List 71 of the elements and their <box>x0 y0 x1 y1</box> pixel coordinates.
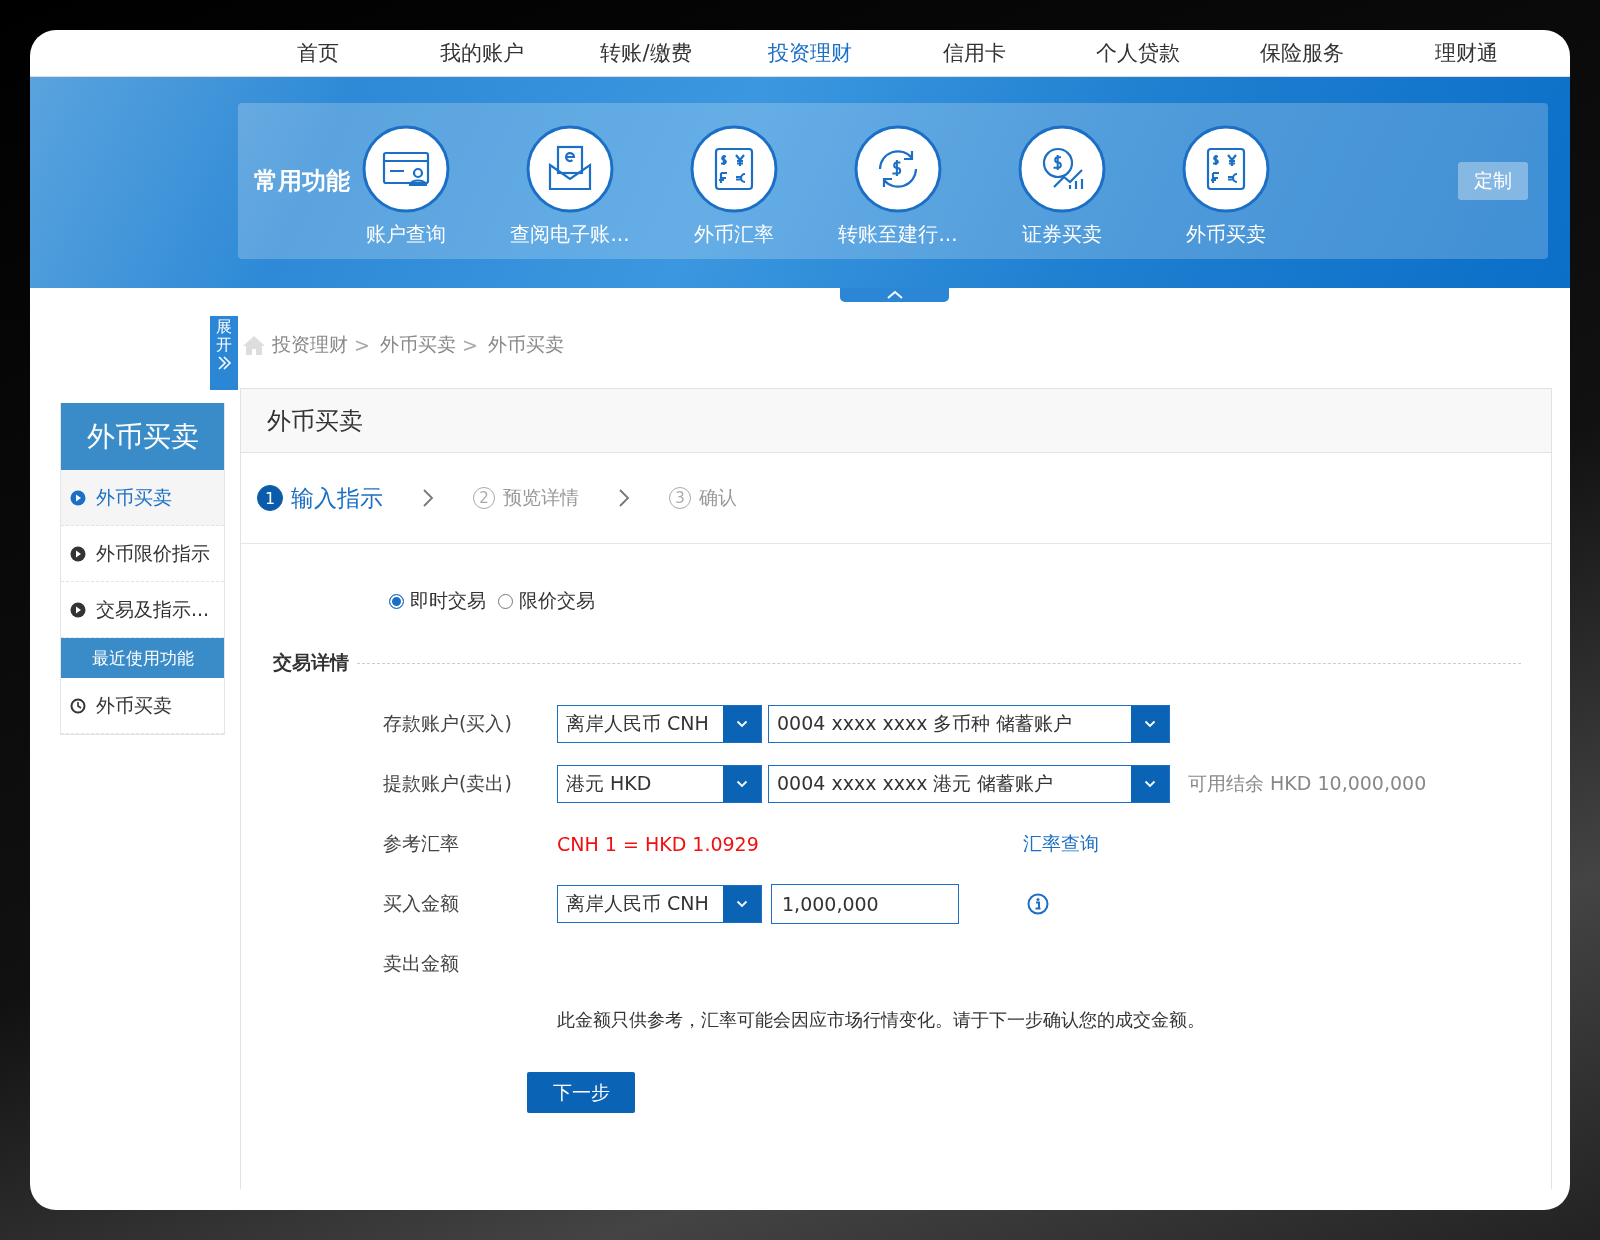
exchange-rate: CNH 1 = HKD 1.0929 <box>557 833 760 855</box>
expand-tab[interactable]: 展开 <box>210 316 238 390</box>
breadcrumb-separator: > <box>354 334 370 356</box>
sidebar-item-label: 外币买卖 <box>96 484 172 510</box>
expand-label: 展开 <box>216 318 232 354</box>
breadcrumb-separator: > <box>461 334 478 356</box>
rate-link[interactable]: 汇率查询 <box>1023 831 1099 857</box>
page-title: 外币买卖 <box>241 389 1551 453</box>
amount-field[interactable]: 1,000,000 <box>771 884 959 924</box>
balance-text: 可用结余 HKD 10,000,000 <box>1188 771 1427 796</box>
exchange-icon <box>854 124 942 213</box>
breadcrumb-link[interactable]: 投资理财 <box>272 332 348 358</box>
caret-icon <box>736 720 748 728</box>
recent-header: 最近使用功能 <box>61 638 224 678</box>
nav-tab[interactable]: 我的账户 <box>400 39 564 67</box>
nav-tab[interactable]: 保险服务 <box>1220 39 1384 67</box>
breadcrumb-link[interactable]: 外币买卖 <box>487 332 564 358</box>
currency-dropdown[interactable]: 离岸人民币 CNH <box>557 705 762 743</box>
play-icon <box>70 545 86 562</box>
radio-label: 即时交易 <box>410 588 486 613</box>
currency-dropdown[interactable]: 离岸人民币 CNH <box>557 885 762 923</box>
envelope-icon <box>526 124 614 213</box>
play-icon <box>70 489 86 506</box>
card-icon <box>362 124 450 213</box>
nav-tab[interactable]: 理财通 <box>1384 39 1548 67</box>
disclaimer-text: 此金额只供参考，汇率可能会因应市场行情变化。请于下一步确认您的成交金额。 <box>556 1008 1206 1032</box>
nav-tab[interactable]: 投资理财 <box>728 39 892 67</box>
collapse-tab[interactable] <box>840 288 949 302</box>
nav-tab[interactable]: 转账/缴费 <box>564 39 728 67</box>
field-label: 参考汇率 <box>383 831 460 856</box>
sidebar-title: 外币买卖 <box>61 403 224 470</box>
double-chevron-icon <box>216 355 232 372</box>
caret-icon <box>1144 780 1156 788</box>
step-number: 1 <box>257 485 283 511</box>
step-label: 预览详情 <box>503 485 579 510</box>
chart-icon <box>1018 124 1106 213</box>
recent-item[interactable]: 外币买卖 <box>61 678 224 734</box>
step-label: 输入指示 <box>291 483 383 513</box>
account-dropdown[interactable]: 0004 xxxx xxxx 多币种 储蓄账户 <box>768 705 1170 743</box>
nav-tab[interactable]: 个人贷款 <box>1056 39 1220 67</box>
field-label: 卖出金额 <box>383 951 460 976</box>
chevron-right-icon <box>617 488 631 508</box>
account-dropdown[interactable]: 0004 xxxx xxxx 港元 储蓄账户 <box>768 765 1170 803</box>
currency-icon <box>1182 124 1270 213</box>
chevron-right-icon <box>421 488 435 508</box>
sidebar-item-label: 交易及指示... <box>96 596 210 622</box>
section-title: 交易详情 <box>273 650 349 675</box>
clock-icon <box>70 697 86 714</box>
play-icon <box>70 601 86 618</box>
field-label: 买入金额 <box>383 891 460 916</box>
nav-tab[interactable]: 信用卡 <box>892 39 1056 67</box>
home-icon <box>242 334 266 356</box>
info-icon <box>1027 893 1049 915</box>
currency-icon <box>690 124 778 213</box>
next-button[interactable]: 下一步 <box>527 1072 635 1113</box>
field-label: 存款账户(买入) <box>383 711 513 736</box>
recent-item-label: 外币买卖 <box>96 692 172 718</box>
nav-tab[interactable]: 首页 <box>236 39 400 67</box>
breadcrumb-link[interactable]: 外币买卖 <box>379 332 456 358</box>
currency-dropdown[interactable]: 港元 HKD <box>557 765 762 803</box>
caret-icon <box>736 900 748 908</box>
radio-button[interactable] <box>389 593 404 609</box>
sidebar-item[interactable]: 外币限价指示 <box>61 526 224 582</box>
panel-title: 常用功能 <box>254 166 350 197</box>
sidebar-item[interactable]: 外币买卖 <box>61 470 224 526</box>
sidebar-item-label: 外币限价指示 <box>96 540 210 566</box>
step-label: 确认 <box>699 485 737 510</box>
caret-icon <box>1144 720 1156 728</box>
caret-icon <box>736 780 748 788</box>
radio-label: 限价交易 <box>519 588 595 613</box>
field-label: 提款账户(卖出) <box>383 771 513 796</box>
